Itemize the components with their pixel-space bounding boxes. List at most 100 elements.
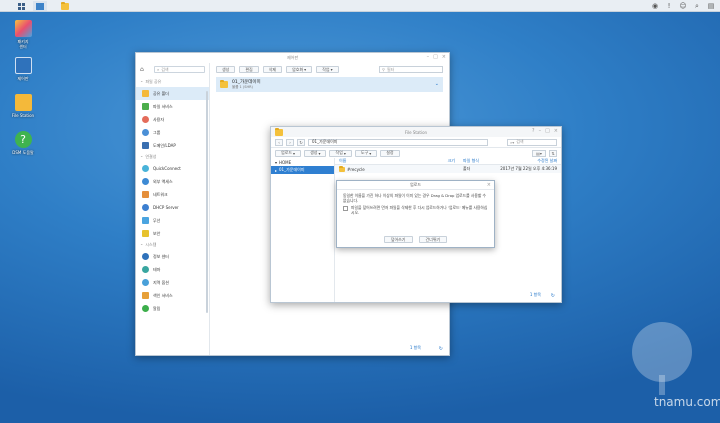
column-type[interactable]: 파일 형식 [455,158,495,164]
close-icon[interactable]: × [554,129,558,134]
domain-icon [142,142,149,149]
sidebar-item-indexing-service[interactable]: 색인 서비스 [136,289,209,302]
group-icon [142,129,149,136]
taskbar-control-panel[interactable] [33,1,47,11]
quickconnect-icon [142,165,149,172]
create-button[interactable]: 생성 ▾ [304,149,327,157]
section-connectivity[interactable]: ⌃ 연결성 [136,152,209,162]
control-panel-icon [14,57,32,74]
globe-icon [142,279,149,286]
notification-icon[interactable]: ! [664,1,674,11]
close-icon[interactable]: × [442,55,446,60]
sidebar-search-input[interactable]: ⌕ 검색 [154,66,205,73]
edit-button[interactable]: 편집 [239,66,259,73]
folder-tree: ▾ HOME ▸ 01_가운데이미 [271,158,335,302]
sidebar-item-external-access[interactable]: 외부 액세스 [136,175,209,188]
maximize-icon[interactable]: □ [433,55,438,60]
back-button[interactable]: ‹ [275,138,283,146]
file-station-titlebar[interactable]: File Station ? – □ × [271,127,561,137]
chat-icon[interactable]: ◉ [650,1,660,11]
tree-item-selected[interactable]: ▸ 01_가운데이미 [271,166,334,174]
skip-button[interactable]: 건너뛰기 [418,236,448,243]
external-access-icon [142,178,149,185]
home-icon[interactable]: ⌂ [140,66,147,73]
chevron-right-icon: › [289,139,291,145]
file-station-toolbar: 업로드 ▾ 생성 ▾ 작업 ▾ 도구 ▾ 설정 ▤▾ ⇅ [271,148,561,158]
user-icon[interactable]: ☺ [678,1,688,11]
forward-button[interactable]: › [286,138,294,146]
sidebar-item-group[interactable]: 그룹 [136,126,209,139]
sidebar-item-dhcp-server[interactable]: DHCP Server [136,201,209,214]
wifi-icon [142,217,149,224]
search-icon: ⌕▾ [510,139,515,145]
path-input[interactable]: 01_가운데이미 [308,138,488,146]
refresh-icon[interactable]: ↻ [439,346,443,352]
column-size[interactable]: 크기 [425,158,455,164]
taskbar-file-station[interactable] [58,1,72,11]
refresh-button[interactable]: ↻ [297,138,305,146]
desktop-icon-file-station[interactable]: File Station [3,94,43,118]
sidebar-item-info-center[interactable]: 정보 센터 [136,250,209,263]
section-file-sharing[interactable]: ⌃ 파일 공유 [136,77,209,87]
sidebar-item-wireless[interactable]: 무선 [136,214,209,227]
sidebar-item-security[interactable]: 보안 [136,227,209,240]
sidebar-item-user[interactable]: 사용자 [136,113,209,126]
folder-icon [61,1,69,10]
search-icon: ⌕ [157,67,160,72]
window-title: File Station [404,129,428,135]
sidebar-item-regional-options[interactable]: 지역 옵션 [136,276,209,289]
desktop-icon-help[interactable]: ? DSM 도움말 [3,131,43,155]
tree-root[interactable]: ▾ HOME [271,158,334,166]
close-icon[interactable]: × [487,182,491,188]
pin-icon[interactable]: ? [532,129,535,134]
action-button[interactable]: 작업 ▾ [316,66,339,73]
dialog-checkbox[interactable] [343,206,348,211]
file-search-input[interactable]: ⌕▾ 검색 [507,138,557,146]
file-row[interactable]: #recycle 폴더 2017년 7월 22일 오후 4:36:19 [335,165,561,173]
desktop-icon-package-center[interactable]: 패키지 센터 [3,20,43,49]
overwrite-button[interactable]: 덮어쓰기 [383,236,413,243]
filter-input[interactable]: ⚲ 필터 [379,66,443,73]
main-menu-button[interactable] [14,1,28,11]
minimize-icon[interactable]: – [427,55,430,60]
delete-button[interactable]: 삭제 [262,66,283,73]
column-name[interactable]: 이름 [335,158,425,164]
sort-icon: ⇅ [551,150,555,156]
maximize-icon[interactable]: □ [545,129,550,134]
pager-count: 1 항목 [529,292,541,297]
desktop-icon-control-panel[interactable]: 제어판 [3,57,43,81]
sidebar-item-network[interactable]: 네트워크 [136,188,209,201]
shared-folder-row[interactable]: 01_가운데이미 볼륨 1 (SHR) ⌄ [216,77,443,92]
dialog-message: 동일한 이름을 가진 하나 이상의 파일이 이미 있는 경우 Drag & Dr… [343,193,487,203]
sidebar-item-theme[interactable]: 테마 [136,263,209,276]
action-button[interactable]: 작업 ▾ [329,149,352,157]
package-center-icon [14,20,32,37]
widget-icon[interactable]: ▤ [706,1,716,11]
sidebar-item-shared-folder[interactable]: 공유 폴더 [136,87,209,100]
sidebar-item-file-services[interactable]: 파일 서비스 [136,100,209,113]
sidebar-item-quickconnect[interactable]: QuickConnect [136,162,209,175]
section-system[interactable]: ⌃ 시스템 [136,240,209,250]
create-button[interactable]: 생성 [216,66,236,73]
sidebar-item-domain-ldap[interactable]: 도메인/LDAP [136,139,209,152]
upload-dialog: 업로드 × 동일한 이름을 가진 하나 이상의 파일이 이미 있는 경우 Dra… [336,180,495,248]
chevron-down-icon[interactable]: ⌄ [435,81,439,87]
taskbar: ◉ ! ☺ ⌕ ▤ [0,0,720,12]
sort-button[interactable]: ⇅ [549,149,557,157]
refresh-icon[interactable]: ↻ [551,293,555,299]
grid-icon [17,2,25,10]
minimize-icon[interactable]: – [539,129,542,134]
upload-button[interactable]: 업로드 ▾ [275,149,302,157]
encrypt-button[interactable]: 암호화 ▾ [286,66,313,73]
settings-button[interactable]: 설정 [380,149,400,157]
sidebar-scrollbar[interactable] [206,91,208,313]
tools-button[interactable]: 도구 ▾ [354,149,378,157]
view-mode-button[interactable]: ▤▾ [532,149,546,157]
file-station-app-icon [275,128,283,136]
control-panel-titlebar[interactable]: 제어판 – □ × [136,53,449,63]
user-icon [142,116,149,123]
search-icon[interactable]: ⌕ [692,1,702,11]
sidebar-item-notification[interactable]: 알림 [136,302,209,315]
dialog-body: 동일한 이름을 가진 하나 이상의 파일이 이미 있는 경우 Drag & Dr… [337,190,494,218]
column-modified[interactable]: 수정된 날짜 [495,158,561,164]
